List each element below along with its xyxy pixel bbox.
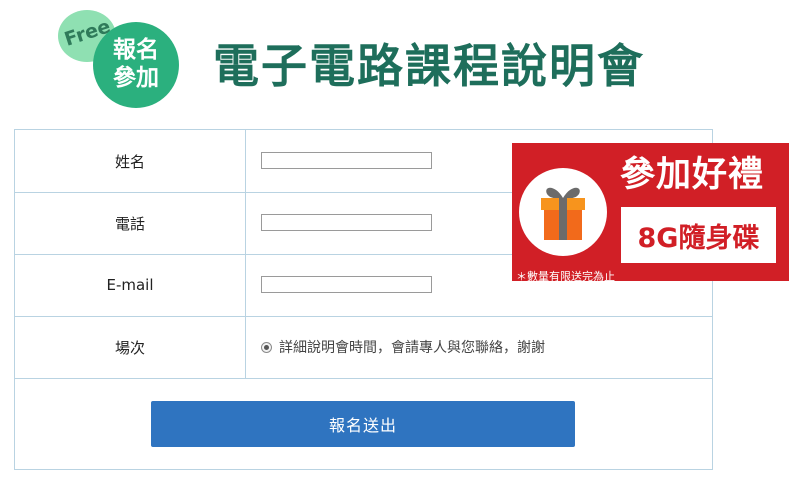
name-field[interactable] [261,152,432,169]
gift-banner: 參加好禮 8G隨身碟 ＊數量有限送完為止 [512,143,789,283]
register-badge: 報名 參加 [93,22,179,108]
session-label: 場次 [15,316,246,378]
page-title: 電子電路課程說明會 [213,39,645,93]
phone-label: 電話 [15,192,246,254]
gift-heading: 參加好禮 [620,155,765,195]
register-badge-line1: 報名 [113,37,159,63]
session-option-label: 詳細說明會時間，會請專人與您聯絡，謝謝 [279,340,545,356]
session-option[interactable]: 詳細說明會時間，會請專人與您聯絡，謝謝 [261,316,545,378]
session-radio[interactable] [261,341,272,353]
gift-box-icon [541,187,585,240]
name-label: 姓名 [15,130,246,192]
phone-field[interactable] [261,214,432,231]
submit-button[interactable]: 報名送出 [151,401,575,447]
form-row-session: 場次 詳細說明會時間，會請專人與您聯絡，謝謝 [15,316,712,379]
email-label: E-mail [15,254,246,316]
gift-item: 8G隨身碟 [621,207,776,263]
gift-icon-circle [519,168,607,256]
gift-note: ＊數量有限送完為止 [516,270,615,283]
register-badge-line2: 參加 [113,65,159,91]
email-field[interactable] [261,276,432,293]
